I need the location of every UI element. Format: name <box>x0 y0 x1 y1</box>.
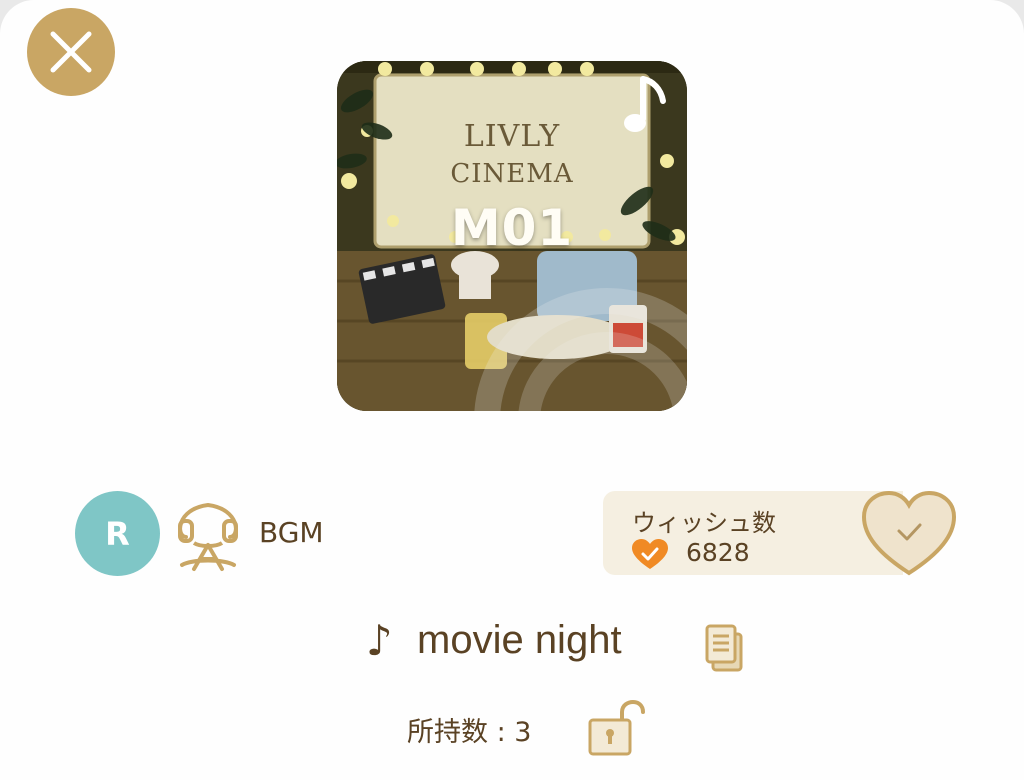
music-note-glyph: ♪ <box>366 616 393 665</box>
item-thumbnail: LIVLY CINEMA M01 <box>337 61 687 411</box>
wish-count-value: 6828 <box>686 538 750 567</box>
wish-count-label: ウィッシュ数 <box>632 509 776 537</box>
item-title: movie night <box>417 618 622 662</box>
thumbnail-brand-bottom: CINEMA <box>450 159 574 189</box>
music-note-icon <box>615 69 675 141</box>
item-detail-sheet: LIVLY CINEMA M01 R BGM ウィッシュ数 6828 ♪ mov… <box>0 0 1024 780</box>
item-title-row: ♪ movie night <box>0 616 1024 676</box>
heart-check-icon <box>632 539 668 569</box>
audio-headset-icon <box>172 497 244 572</box>
rarity-badge: R <box>75 491 160 576</box>
document-icon <box>705 624 743 672</box>
close-x-icon <box>50 31 92 73</box>
close-button[interactable] <box>27 8 115 96</box>
unlocked-padlock-icon <box>588 699 645 756</box>
document-button[interactable] <box>704 624 744 672</box>
lock-button[interactable] <box>588 699 646 756</box>
thumbnail-item-code: M01 <box>450 199 574 257</box>
wish-toggle-button[interactable] <box>860 489 958 579</box>
category-label: BGM <box>259 516 324 549</box>
owned-count: 所持数 : 3 <box>407 717 532 748</box>
heart-check-outline-icon <box>861 490 957 576</box>
wish-count-panel: ウィッシュ数 6828 <box>603 491 903 575</box>
